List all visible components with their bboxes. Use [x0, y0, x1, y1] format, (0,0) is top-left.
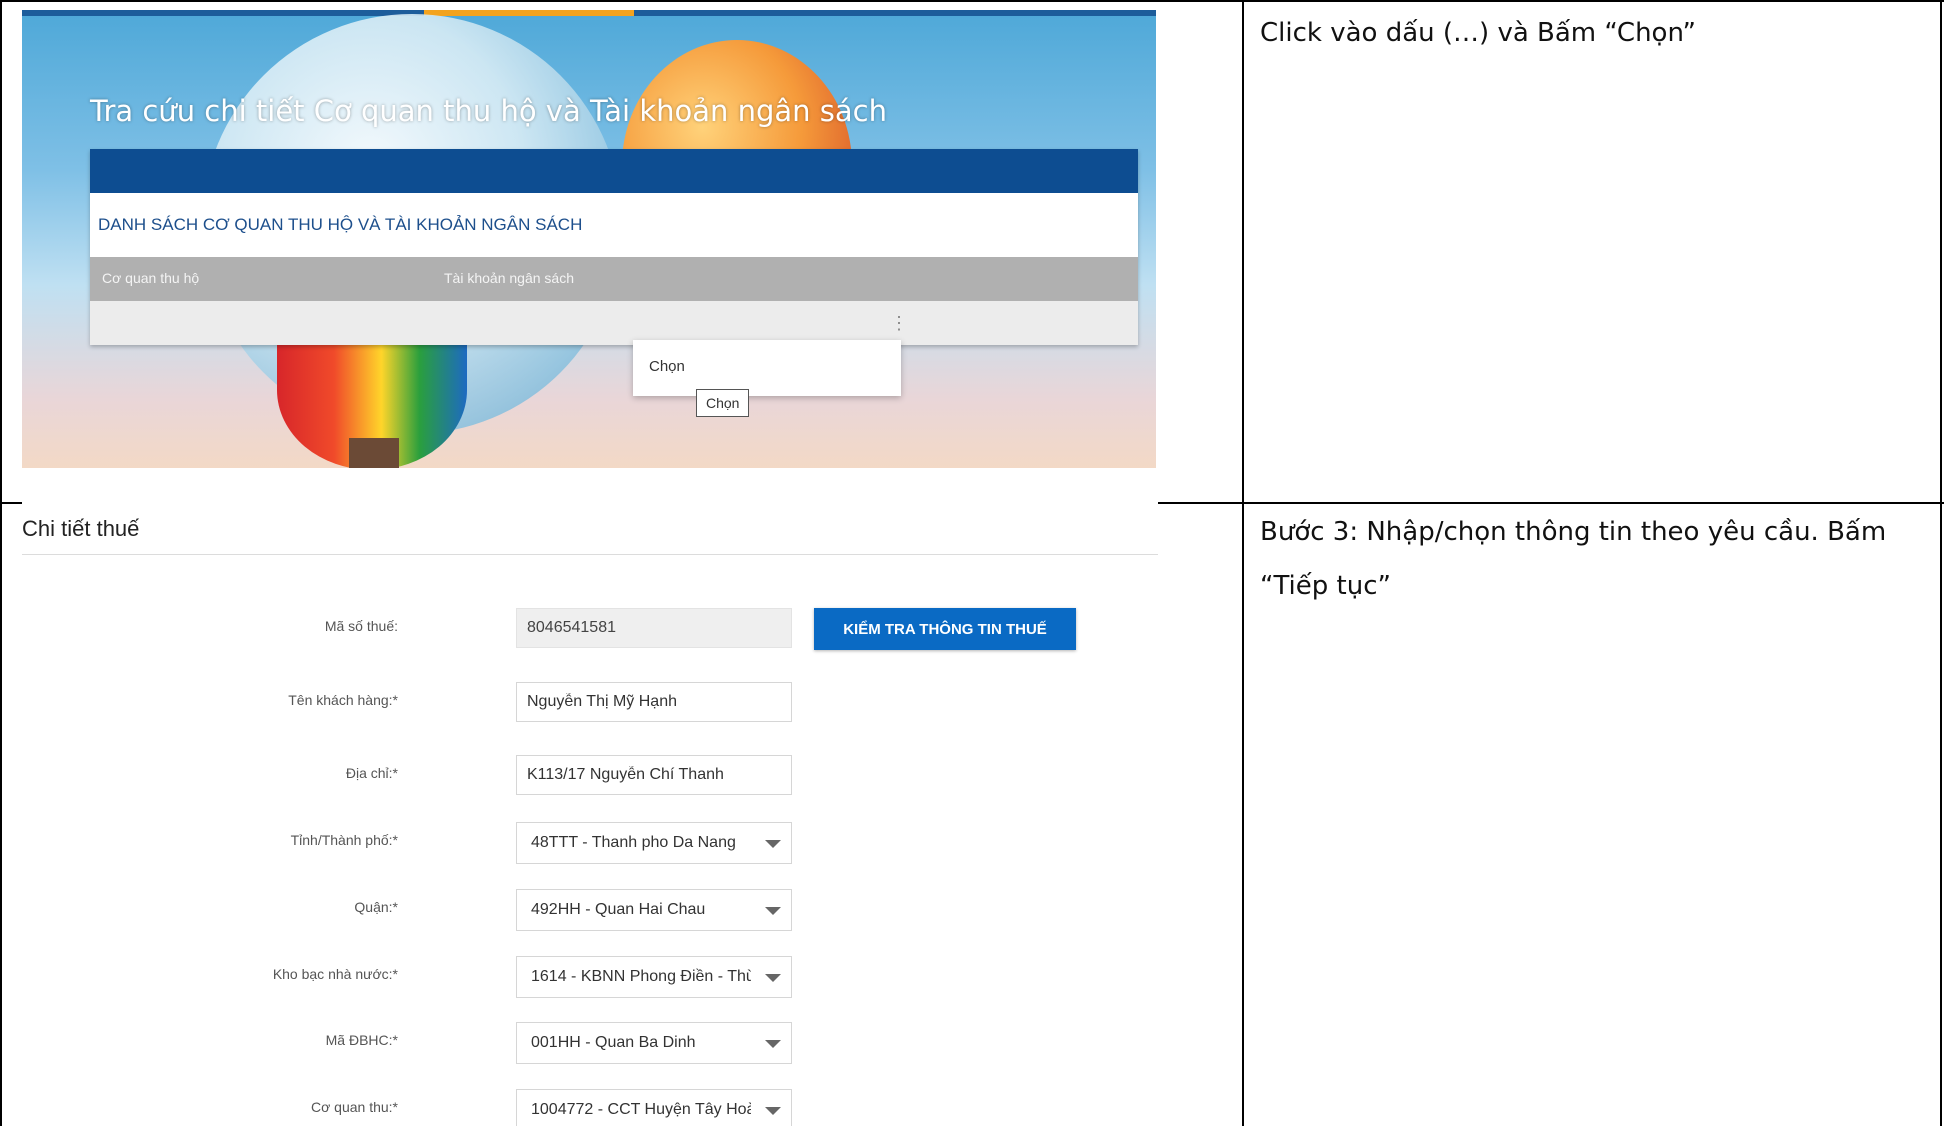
district-value: 492HH - Quan Hai Chau — [531, 901, 706, 918]
lookup-screenshot: Tra cứu chi tiết Cơ quan thu hộ và Tài k… — [22, 10, 1156, 468]
form-row-admin-code: Mã ĐBHC:* 001HH - Quan Ba Dinh — [22, 1022, 1158, 1064]
list-title: DANH SÁCH CƠ QUAN THU HỘ VÀ TÀI KHOẢN NG… — [98, 215, 583, 234]
admin-code-value: 001HH - Quan Ba Dinh — [531, 1034, 696, 1051]
column-header-budget-account: Tài khoản ngân sách — [444, 270, 574, 286]
customer-name-field[interactable] — [516, 682, 792, 722]
admin-code-select[interactable]: 001HH - Quan Ba Dinh — [516, 1022, 792, 1064]
province-label: Tỉnh/Thành phố:* — [290, 832, 398, 848]
check-tax-info-button[interactable]: KIỂM TRA THÔNG TIN THUẾ — [814, 608, 1076, 650]
address-field[interactable] — [516, 755, 792, 795]
balloon-basket-image — [349, 438, 399, 468]
page-title: Tra cứu chi tiết Cơ quan thu hộ và Tài k… — [90, 94, 887, 128]
province-select[interactable]: 48TTT - Thanh pho Da Nang — [516, 822, 792, 864]
top-navigation-bar — [22, 10, 1156, 16]
tax-details-screenshot: Chi tiết thuế Mã số thuế: KIỂM TRA THÔNG… — [22, 502, 1158, 1126]
table-border-top — [0, 0, 1944, 2]
form-row-tax-office: Cơ quan thu:* 1004772 - CCT Huyện Tây Ho… — [22, 1089, 1158, 1126]
table-border-left — [0, 0, 2, 1126]
form-row-province: Tỉnh/Thành phố:* 48TTT - Thanh pho Da Na… — [22, 822, 1158, 864]
table-row[interactable]: ⋮ — [90, 301, 1138, 345]
row2-instruction: Bước 3: Nhập/chọn thông tin theo yêu cầu… — [1260, 517, 1887, 601]
document-table: Click vào dấu (…) và Bấm “Chọn” Bước 3: … — [0, 0, 1944, 1126]
treasury-value: 1614 - KBNN Phong Điền - Thừ — [531, 968, 751, 985]
row1-instruction: Click vào dấu (…) và Bấm “Chọn” — [1260, 18, 1696, 48]
form-row-tax-code: Mã số thuế: KIỂM TRA THÔNG TIN THUẾ — [22, 608, 1158, 650]
district-label: Quận:* — [354, 899, 398, 915]
menu-item-select[interactable]: Chọn — [649, 358, 685, 375]
table-border-right — [1940, 0, 1942, 1126]
select-tooltip: Chọn — [696, 389, 750, 417]
treasury-label: Kho bạc nhà nước:* — [272, 966, 398, 982]
more-actions-icon[interactable]: ⋮ — [890, 311, 908, 335]
lookup-panel: DANH SÁCH CƠ QUAN THU HỘ VÀ TÀI KHOẢN NG… — [90, 149, 1138, 345]
tax-office-value: 1004772 - CCT Huyện Tây Hoà — [531, 1101, 751, 1118]
dropdown-caret-icon — [765, 907, 781, 915]
section-title: Chi tiết thuế — [22, 516, 140, 541]
form-row-district: Quận:* 492HH - Quan Hai Chau — [22, 889, 1158, 931]
tax-office-select[interactable]: 1004772 - CCT Huyện Tây Hoà — [516, 1089, 792, 1126]
dropdown-caret-icon — [765, 974, 781, 982]
tax-code-label: Mã số thuế: — [324, 618, 398, 634]
active-nav-indicator — [424, 10, 634, 16]
admin-code-label: Mã ĐBHC:* — [325, 1032, 398, 1048]
form-row-customer-name: Tên khách hàng:* — [22, 682, 1158, 722]
dropdown-caret-icon — [765, 1107, 781, 1115]
form-row-address: Địa chỉ:* — [22, 755, 1158, 795]
column-header-collection-agency: Cơ quan thu hộ — [102, 270, 200, 286]
customer-name-label: Tên khách hàng:* — [288, 692, 398, 708]
district-select[interactable]: 492HH - Quan Hai Chau — [516, 889, 792, 931]
panel-header-bar — [90, 149, 1138, 193]
tax-code-field[interactable] — [516, 608, 792, 648]
province-value: 48TTT - Thanh pho Da Nang — [531, 834, 736, 851]
dropdown-caret-icon — [765, 840, 781, 848]
treasury-select[interactable]: 1614 - KBNN Phong Điền - Thừ — [516, 956, 792, 998]
row-action-menu: Chọn — [633, 340, 901, 396]
dropdown-caret-icon — [765, 1040, 781, 1048]
form-row-treasury: Kho bạc nhà nước:* 1614 - KBNN Phong Điề… — [22, 956, 1158, 998]
table-column-divider — [1242, 0, 1244, 1126]
section-divider — [22, 554, 1158, 555]
address-label: Địa chỉ:* — [345, 765, 398, 781]
tax-office-label: Cơ quan thu:* — [310, 1099, 398, 1115]
table-header: Cơ quan thu hộ Tài khoản ngân sách — [90, 257, 1138, 301]
